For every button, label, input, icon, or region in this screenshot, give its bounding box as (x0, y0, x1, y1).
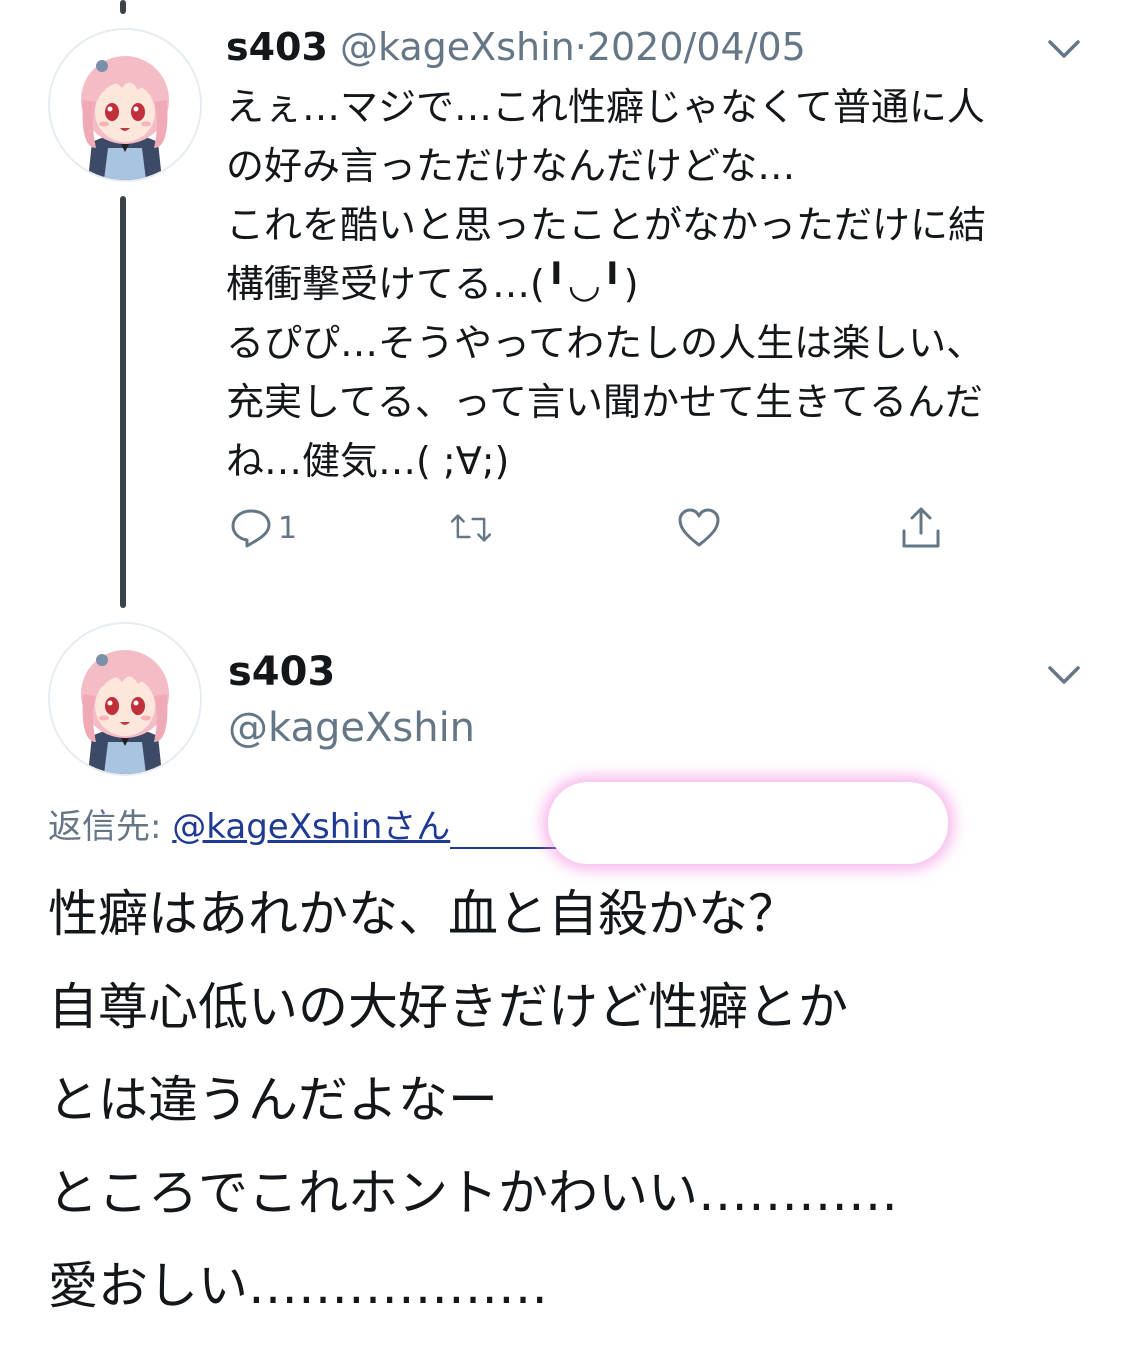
tweet-text-line: ね…健気…( ;∀;) (226, 439, 510, 483)
tweet-text-line: の好み言っただけなんだけどな… (226, 144, 796, 188)
tweet-text-line: 愛おしい……………… (48, 1257, 548, 1315)
tweet-text-line: 性癖はあれかな、血と自殺かな？ (48, 885, 798, 943)
thread-line (120, 196, 126, 608)
reply-to-label: 返信先: (48, 807, 173, 847)
tweet-date[interactable]: 2020/04/05 (587, 25, 806, 69)
tweet1-avatar[interactable] (48, 28, 202, 182)
tweet1-text: えぇ…マジで…これ性癖じゃなくて普通に人 の好み言っただけなんだけどな… これを… (226, 78, 1086, 491)
retweet-button[interactable] (448, 505, 494, 551)
thread-line-top (120, 0, 126, 14)
tweet2-text: 性癖はあれかな、血と自殺かな？ 自尊心低いの大好きだけど性癖とか とは違うんだよ… (48, 868, 1108, 1333)
like-button[interactable] (676, 505, 722, 551)
display-name[interactable]: s403 (226, 25, 328, 69)
share-button[interactable] (898, 505, 944, 551)
separator: · (574, 25, 587, 69)
tweet-text-line: とは違うんだよなー (48, 1071, 498, 1129)
tweet-text-line: るぴぴ…そうやってわたしの人生は楽しい、 (226, 321, 985, 365)
display-name[interactable]: s403 (228, 642, 335, 702)
redaction-overlay (548, 782, 948, 864)
reply-button[interactable]: 1 (228, 505, 297, 551)
tweet-text-line: 充実してる、って言い聞かせて生きてるんだ (226, 380, 983, 424)
tweet-text-line: これを酷いと思ったことがなかっただけに結 (226, 203, 987, 247)
tweet2-avatar[interactable] (48, 622, 202, 776)
anime-girl-avatar-icon (50, 30, 200, 180)
anime-girl-avatar-icon (50, 624, 200, 774)
tweet-text-line: ところでこれホントかわいい………… (48, 1164, 898, 1222)
reply-count: 1 (278, 510, 298, 546)
tweet-text-line: 構衝撃受けてる…(╹◡╹) (226, 262, 639, 306)
tweet1-header: s403 @kageXshin·2020/04/05 (226, 20, 806, 74)
chevron-down-icon[interactable] (1044, 660, 1084, 690)
heart-icon (678, 508, 720, 547)
reply-to-link[interactable]: @kageXshinさん (172, 807, 450, 847)
handle[interactable]: @kageXshin (340, 25, 575, 69)
tweet-text-line: 自尊心低いの大好きだけど性癖とか (48, 978, 848, 1036)
share-icon (902, 507, 940, 548)
reply-icon (231, 509, 271, 548)
chevron-down-icon[interactable] (1044, 34, 1084, 64)
tweet-text-line: えぇ…マジで…これ性癖じゃなくて普通に人 (226, 85, 985, 129)
retweet-icon (450, 514, 492, 542)
handle[interactable]: @kageXshin (228, 698, 475, 758)
